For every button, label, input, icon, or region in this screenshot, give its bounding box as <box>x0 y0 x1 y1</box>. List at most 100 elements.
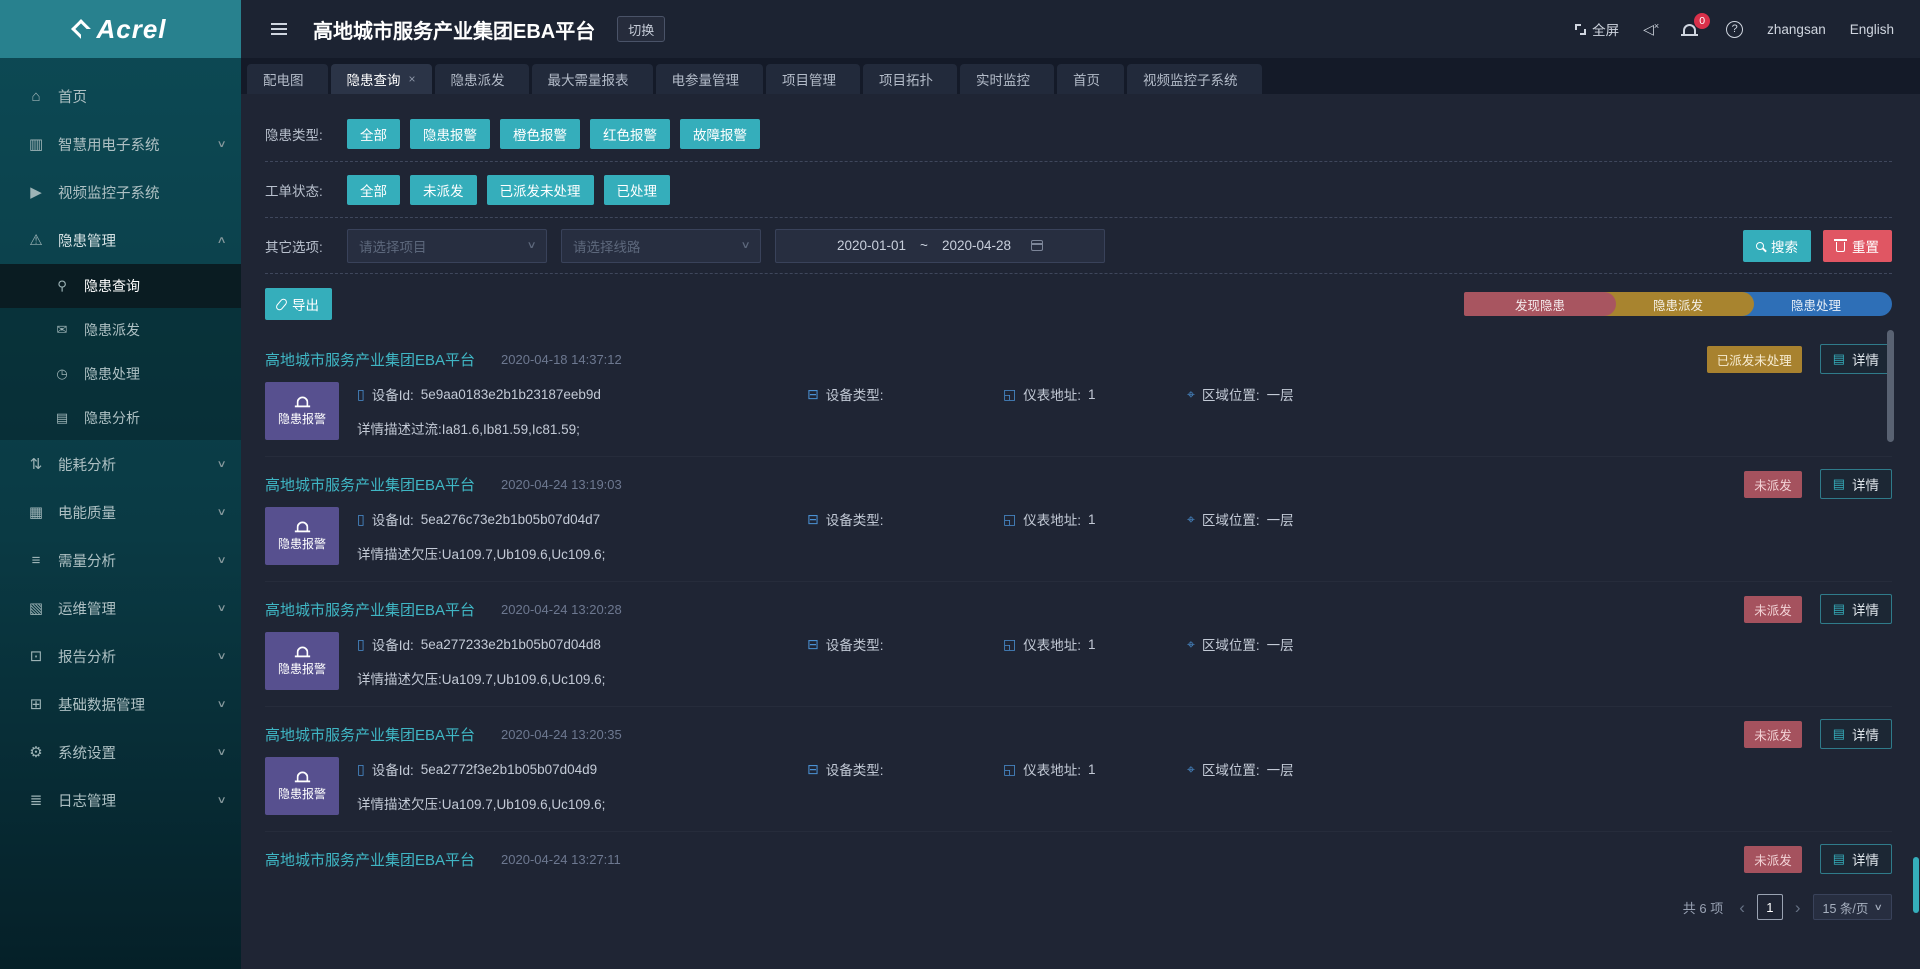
notifications-button[interactable]: 0 <box>1683 22 1702 37</box>
sidebar-item-energy-analysis[interactable]: ⇅ 能耗分析 ∨ <box>0 440 241 488</box>
chevron-icon: ∨ <box>216 139 226 150</box>
order-status-option[interactable]: 已处理 <box>604 175 671 205</box>
sidebar-item-label: 日志管理 <box>58 790 116 811</box>
sidebar-item-hazard-analysis[interactable]: ▤ 隐患分析 <box>0 396 241 440</box>
legend-hazard-found: 发现隐患 <box>1464 292 1616 316</box>
brand-logo: Acrel <box>0 0 241 58</box>
sidebar-item-demand-analysis[interactable]: ≡ 需量分析 ∨ <box>0 536 241 584</box>
tab-project-topology[interactable]: 项目拓扑 <box>863 64 957 94</box>
item-title-link[interactable]: 高地城市服务产业集团EBA平台 <box>265 474 475 495</box>
current-page[interactable]: 1 <box>1757 894 1783 920</box>
order-status-option[interactable]: 未派发 <box>410 175 477 205</box>
order-status-options: 全部 未派发 已派发未处理 已处理 <box>347 175 680 205</box>
location-pin-icon: ⌖ <box>1187 636 1195 653</box>
project-select[interactable]: 请选择项目 ∨ <box>347 229 547 263</box>
fullscreen-button[interactable]: 全屏 <box>1575 19 1619 39</box>
project-select-placeholder: 请选择项目 <box>359 236 427 256</box>
device-type-label: 设备类型: <box>826 634 884 654</box>
sidebar-item-system-settings[interactable]: ⚙ 系统设置 ∨ <box>0 728 241 776</box>
tab-video-monitor[interactable]: 视频监控子系统 <box>1127 64 1262 94</box>
item-title-link[interactable]: 高地城市服务产业集团EBA平台 <box>265 349 475 370</box>
detail-button[interactable]: ▤ 详情 <box>1820 344 1892 374</box>
reset-button[interactable]: 重置 <box>1823 230 1892 262</box>
page-size-select[interactable]: 15 条/页 ∨ <box>1813 894 1892 920</box>
tab-hazard-dispatch[interactable]: 隐患派发 <box>435 64 529 94</box>
device-type-field: ⊟ 设备类型: <box>807 509 1003 529</box>
tab-realtime-monitor[interactable]: 实时监控 <box>960 64 1054 94</box>
sidebar-item-hazard-management[interactable]: ⚠ 隐患管理 ∧ <box>0 216 241 264</box>
location-pin-icon: ⌖ <box>1187 386 1195 403</box>
page-scrollbar-thumb[interactable] <box>1913 857 1919 913</box>
collapse-menu-icon[interactable] <box>267 22 291 36</box>
device-id-icon: ▯ <box>357 761 365 778</box>
date-separator: ~ <box>920 238 928 253</box>
item-title-link[interactable]: 高地城市服务产业集团EBA平台 <box>265 724 475 745</box>
home-icon: ⌂ <box>26 88 46 105</box>
legend-hazard-dispatch: 隐患派发 <box>1602 292 1754 316</box>
language-switcher[interactable]: English <box>1850 22 1894 37</box>
hazard-type-option[interactable]: 红色报警 <box>590 119 670 149</box>
order-status-option[interactable]: 全部 <box>347 175 400 205</box>
line-select[interactable]: 请选择线路 ∨ <box>561 229 761 263</box>
calendar-check-icon: ▧ <box>26 599 46 617</box>
sidebar-item-label: 电能质量 <box>58 502 116 523</box>
next-page-button[interactable]: › <box>1795 899 1801 916</box>
meter-address-icon: ◱ <box>1003 761 1016 778</box>
mute-icon[interactable]: ◁× <box>1643 21 1659 38</box>
order-status-option[interactable]: 已派发未处理 <box>487 175 594 205</box>
item-body: 隐患报警 ▯ 设备Id: 5e9aa0183e2b1b23187eeb9d <box>265 382 1892 440</box>
sidebar-item-video-monitor[interactable]: ▶ 视频监控子系统 <box>0 168 241 216</box>
line-select-placeholder: 请选择线路 <box>573 236 641 256</box>
detail-button[interactable]: ▤ 详情 <box>1820 594 1892 624</box>
detail-button[interactable]: ▤ 详情 <box>1820 719 1892 749</box>
sidebar-item-report-analysis[interactable]: ⊡ 报告分析 ∨ <box>0 632 241 680</box>
sidebar-item-log-management[interactable]: ≣ 日志管理 ∨ <box>0 776 241 824</box>
item-header: 高地城市服务产业集团EBA平台 2020-04-24 13:19:03 未派发 … <box>265 471 1892 497</box>
sidebar-item-power-quality[interactable]: ▦ 电能质量 ∨ <box>0 488 241 536</box>
calendar-icon: ▦ <box>26 503 46 521</box>
video-icon: ▶ <box>26 183 46 201</box>
location-label: 区域位置: <box>1202 759 1260 779</box>
prev-page-button[interactable]: ‹ <box>1739 899 1745 916</box>
tab-home[interactable]: 首页 <box>1057 64 1124 94</box>
sidebar-item-ops-management[interactable]: ▧ 运维管理 ∨ <box>0 584 241 632</box>
item-title-link[interactable]: 高地城市服务产业集团EBA平台 <box>265 849 475 870</box>
item-body: 隐患报警 ▯ 设备Id: 5ea277233e2b1b05b07d04d8 <box>265 632 1892 690</box>
hazard-type-option[interactable]: 隐患报警 <box>410 119 490 149</box>
date-range-picker[interactable]: 2020-01-01 ~ 2020-04-28 <box>775 229 1105 263</box>
sidebar-item-hazard-handling[interactable]: ◷ 隐患处理 <box>0 352 241 396</box>
sidebar-item-home[interactable]: ⌂ 首页 <box>0 72 241 120</box>
sidebar-item-label: 智慧用电子系统 <box>58 134 160 155</box>
switch-button[interactable]: 切换 <box>617 16 665 42</box>
chevron-icon: ∨ <box>216 507 226 518</box>
legend-hazard-handling: 隐患处理 <box>1740 292 1892 316</box>
order-status-label: 工单状态: <box>265 180 347 200</box>
sidebar-item-hazard-query[interactable]: ⚲ 隐患查询 <box>0 264 241 308</box>
tab-hazard-query[interactable]: 隐患查询 × <box>331 64 432 94</box>
item-timestamp: 2020-04-24 13:20:35 <box>501 727 622 742</box>
sidebar: Acrel ⌂ 首页 ▥ 智慧用电子系统 ∨ ▶ 视频监控子系统 <box>0 0 241 969</box>
detail-button[interactable]: ▤ 详情 <box>1820 469 1892 499</box>
item-header: 高地城市服务产业集团EBA平台 2020-04-24 13:20:35 未派发 … <box>265 721 1892 747</box>
search-button[interactable]: 搜索 <box>1743 230 1811 262</box>
close-icon[interactable]: × <box>409 72 416 86</box>
list-scrollbar-thumb[interactable] <box>1887 330 1894 442</box>
hazard-type-option[interactable]: 橙色报警 <box>500 119 580 149</box>
hazard-type-option[interactable]: 故障报警 <box>680 119 760 149</box>
tab-electrical-params[interactable]: 电参量管理 <box>656 64 764 94</box>
meter-address-value: 1 <box>1088 512 1096 527</box>
help-icon[interactable]: ? <box>1726 21 1743 38</box>
item-title-link[interactable]: 高地城市服务产业集团EBA平台 <box>265 599 475 620</box>
export-button[interactable]: 导出 <box>265 288 332 320</box>
detail-button[interactable]: ▤ 详情 <box>1820 844 1892 874</box>
hazard-type-option[interactable]: 全部 <box>347 119 400 149</box>
tab-label: 首页 <box>1073 69 1100 89</box>
tab-distribution-map[interactable]: 配电图 <box>247 64 328 94</box>
username[interactable]: zhangsan <box>1767 22 1826 37</box>
sidebar-item-base-data[interactable]: ⊞ 基础数据管理 ∨ <box>0 680 241 728</box>
sidebar-item-smart-power[interactable]: ▥ 智慧用电子系统 ∨ <box>0 120 241 168</box>
status-badge: 未派发 <box>1744 846 1802 873</box>
tab-project-management[interactable]: 项目管理 <box>766 64 860 94</box>
tab-max-demand-report[interactable]: 最大需量报表 <box>532 64 653 94</box>
sidebar-item-hazard-dispatch[interactable]: ✉ 隐患派发 <box>0 308 241 352</box>
